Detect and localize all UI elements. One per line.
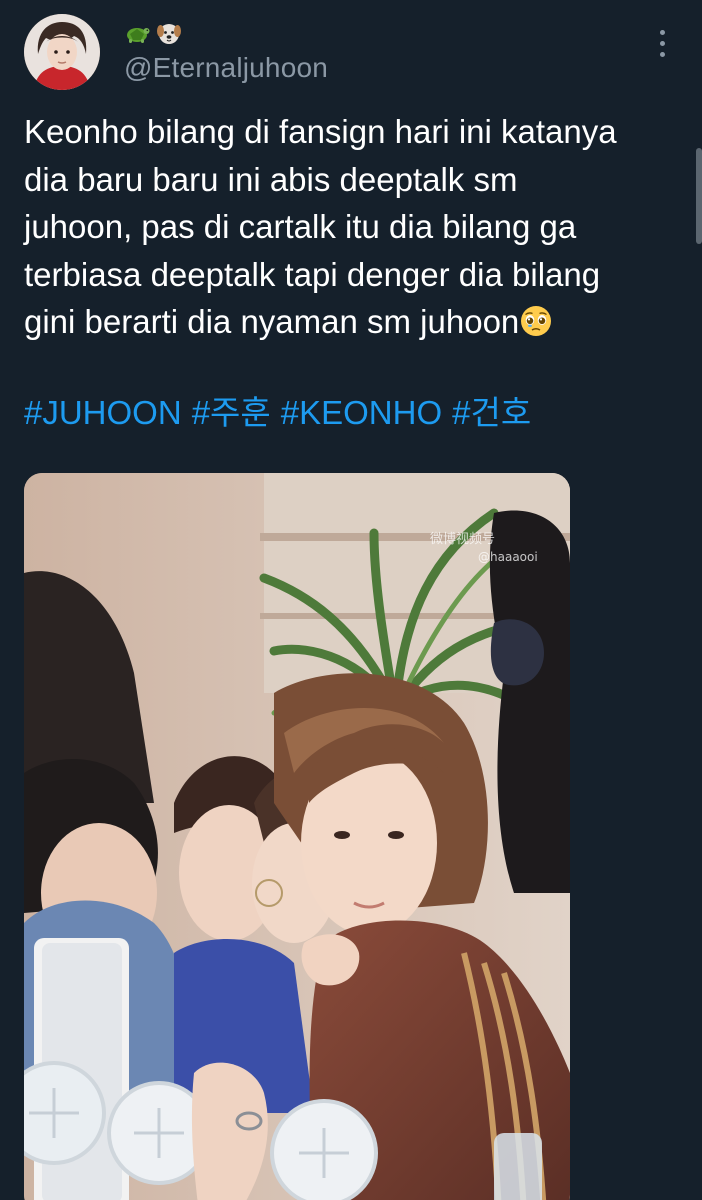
hashtag-link[interactable]: #주훈 <box>192 394 271 431</box>
more-options-icon[interactable] <box>654 30 670 62</box>
tweet-text-line: juhoon, pas di cartalk itu dia bilang ga <box>24 208 577 245</box>
hashtag-link[interactable]: #KEONHO <box>281 394 442 431</box>
scrollbar[interactable] <box>696 148 702 244</box>
tweet-text-line: terbiasa deeptalk tapi denger dia bilang <box>24 255 601 293</box>
watermark-handle: @haaaooi <box>478 550 538 564</box>
avatar[interactable] <box>24 14 100 90</box>
tweet-media-image[interactable] <box>24 473 570 1200</box>
hashtag-row: #JUHOON #주훈 #KEONHO #건호 <box>24 389 541 436</box>
tweet-text: Keonho bilang di fansign hari ini katany… <box>24 108 684 346</box>
tweet-text-line: Keonho bilang di fansign hari ini katany… <box>24 113 617 150</box>
pleading-face-emoji <box>519 303 553 337</box>
hashtag-link[interactable]: #건호 <box>452 394 531 431</box>
tweet-text-line: dia baru baru ini abis deeptalk sm <box>24 160 518 198</box>
hashtag-link[interactable]: #JUHOON <box>24 394 182 431</box>
tweet-header: @Eternaljuhoon <box>124 18 328 84</box>
display-name[interactable] <box>124 18 328 48</box>
turtle-emoji <box>124 20 150 46</box>
author-handle[interactable]: @Eternaljuhoon <box>124 52 328 84</box>
video-watermark: 微博视频号 @haaaooi <box>430 528 538 564</box>
dog-face-emoji <box>156 20 182 46</box>
tweet-view: @Eternaljuhoon Keonho bilang di fansign … <box>0 0 702 1200</box>
tweet-text-line: gini berarti dia nyaman sm juhoon <box>24 303 520 340</box>
tweet-text-line-last: gini berarti dia nyaman sm juhoon <box>24 298 684 346</box>
watermark-text: 微博视频号 <box>430 532 496 547</box>
